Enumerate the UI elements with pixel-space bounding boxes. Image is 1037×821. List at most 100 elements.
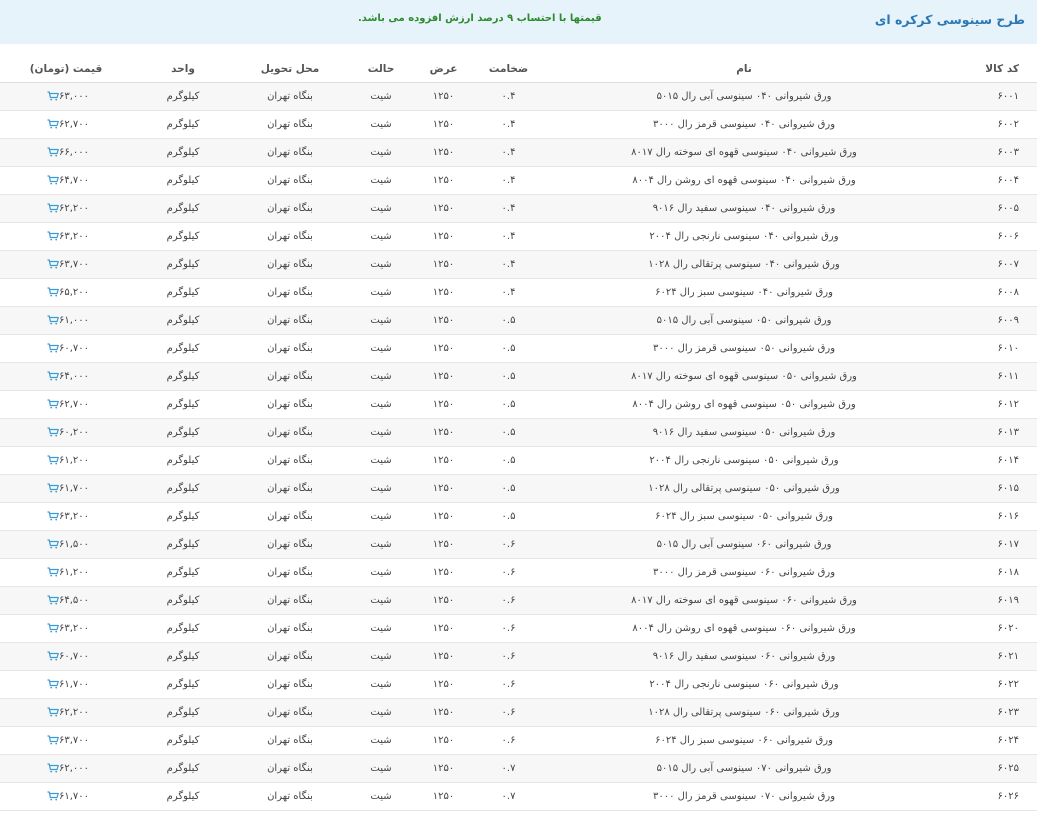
cart-icon[interactable] — [47, 91, 59, 101]
product-code: ۶۰۱۴ — [942, 446, 1037, 475]
product-thickness: ۰.۵ — [471, 474, 546, 503]
product-state: شیت — [346, 278, 416, 307]
product-price: ۶۲,۰۰۰ — [58, 762, 90, 774]
table-body: ۶۰۰۱ ورق شیروانی ۰۴۰ سینوسی آبی رال ۵۰۱۵ ۰… — [0, 82, 1037, 811]
product-price-cell: ۶۲,۷۰۰ — [0, 390, 132, 419]
product-unit: کیلوگرم — [132, 166, 234, 195]
cart-icon[interactable] — [47, 539, 59, 549]
cart-icon[interactable] — [47, 763, 59, 773]
column-header-price: قیمت (تومان) — [0, 56, 132, 83]
product-state: شیت — [346, 530, 416, 559]
product-unit: کیلوگرم — [132, 530, 234, 559]
table-row: ۶۰۰۷ ورق شیروانی ۰۴۰ سینوسی پرتقالی رال ۱… — [0, 250, 1037, 279]
product-price-cell: ۶۰,۷۰۰ — [0, 642, 132, 671]
cart-icon[interactable] — [47, 343, 59, 353]
product-thickness: ۰.۶ — [471, 642, 546, 671]
column-header-unit: واحد — [132, 56, 234, 83]
product-width: ۱۲۵۰ — [416, 390, 471, 419]
cart-icon[interactable] — [47, 651, 59, 661]
cart-icon[interactable] — [47, 231, 59, 241]
product-price: ۶۴,۰۰۰ — [58, 370, 90, 382]
cart-icon[interactable] — [47, 791, 59, 801]
cart-icon[interactable] — [47, 707, 59, 717]
delivery-location: بنگاه تهران — [234, 138, 346, 167]
product-name: ورق شیروانی ۰۵۰ سینوسی قهوه ای سوخته رال… — [546, 362, 942, 391]
column-header-code: کد کالا — [942, 56, 1037, 83]
cart-icon[interactable] — [47, 623, 59, 633]
product-thickness: ۰.۵ — [471, 390, 546, 419]
table-row: ۶۰۲۳ ورق شیروانی ۰۶۰ سینوسی پرتقالی رال ۱… — [0, 698, 1037, 727]
product-price-cell: ۶۲,۲۰۰ — [0, 194, 132, 223]
product-name: ورق شیروانی ۰۵۰ سینوسی قهوه ای روشن رال … — [546, 390, 942, 419]
table-row: ۶۰۰۸ ورق شیروانی ۰۴۰ سینوسی سبز رال ۶۰۲۴ ۰… — [0, 278, 1037, 307]
cart-icon[interactable] — [47, 287, 59, 297]
product-thickness: ۰.۵ — [471, 502, 546, 531]
cart-icon[interactable] — [47, 119, 59, 129]
product-name: ورق شیروانی ۰۴۰ سینوسی قهوه ای روشن رال … — [546, 166, 942, 195]
cart-icon[interactable] — [47, 455, 59, 465]
table-row: ۶۰۱۸ ورق شیروانی ۰۶۰ سینوسی قرمز رال ۳۰۰۰… — [0, 558, 1037, 587]
table-header-row: کد کالا نام ضخامت عرض حالت محل تحویل واح… — [0, 56, 1037, 83]
cart-icon[interactable] — [47, 679, 59, 689]
product-state: شیت — [346, 782, 416, 811]
product-code: ۶۰۲۲ — [942, 670, 1037, 699]
cart-icon[interactable] — [47, 315, 59, 325]
product-name: ورق شیروانی ۰۷۰ سینوسی آبی رال ۵۰۱۵ — [546, 754, 942, 783]
product-code: ۶۰۱۸ — [942, 558, 1037, 587]
product-code: ۶۰۲۳ — [942, 698, 1037, 727]
product-price: ۶۱,۲۰۰ — [58, 566, 90, 578]
cart-icon[interactable] — [47, 203, 59, 213]
page-title: طرح سینوسی کرکره ای — [874, 12, 1025, 27]
product-price-cell: ۶۳,۷۰۰ — [0, 726, 132, 755]
product-price-cell: ۶۱,۷۰۰ — [0, 670, 132, 699]
table-row: ۶۰۰۲ ورق شیروانی ۰۴۰ سینوسی قرمز رال ۳۰۰۰… — [0, 110, 1037, 139]
product-thickness: ۰.۵ — [471, 362, 546, 391]
product-price: ۶۱,۷۰۰ — [58, 790, 90, 802]
product-name: ورق شیروانی ۰۶۰ سینوسی سبز رال ۶۰۲۴ — [546, 726, 942, 755]
product-price: ۶۰,۷۰۰ — [58, 342, 90, 354]
product-code: ۶۰۱۷ — [942, 530, 1037, 559]
product-thickness: ۰.۶ — [471, 726, 546, 755]
table-row: ۶۰۰۹ ورق شیروانی ۰۵۰ سینوسی آبی رال ۵۰۱۵ ۰… — [0, 306, 1037, 335]
table-row: ۶۰۱۵ ورق شیروانی ۰۵۰ سینوسی پرتقالی رال ۱… — [0, 474, 1037, 503]
table-row: ۶۰۱۱ ورق شیروانی ۰۵۰ سینوسی قهوه ای سوخته… — [0, 362, 1037, 391]
product-width: ۱۲۵۰ — [416, 138, 471, 167]
table-row: ۶۰۲۶ ورق شیروانی ۰۷۰ سینوسی قرمز رال ۳۰۰۰… — [0, 782, 1037, 811]
price-table: کد کالا نام ضخامت عرض حالت محل تحویل واح… — [0, 56, 1037, 811]
table-row: ۶۰۰۶ ورق شیروانی ۰۴۰ سینوسی نارنجی رال ۲۰… — [0, 222, 1037, 251]
delivery-location: بنگاه تهران — [234, 670, 346, 699]
product-price-cell: ۶۰,۲۰۰ — [0, 418, 132, 447]
product-price-cell: ۶۳,۷۰۰ — [0, 250, 132, 279]
cart-icon[interactable] — [47, 427, 59, 437]
product-unit: کیلوگرم — [132, 558, 234, 587]
cart-icon[interactable] — [47, 735, 59, 745]
cart-icon[interactable] — [47, 259, 59, 269]
product-width: ۱۲۵۰ — [416, 166, 471, 195]
table-row: ۶۰۲۲ ورق شیروانی ۰۶۰ سینوسی نارنجی رال ۲۰… — [0, 670, 1037, 699]
product-name: ورق شیروانی ۰۴۰ سینوسی آبی رال ۵۰۱۵ — [546, 82, 942, 111]
product-thickness: ۰.۵ — [471, 334, 546, 363]
cart-icon[interactable] — [47, 595, 59, 605]
delivery-location: بنگاه تهران — [234, 782, 346, 811]
product-code: ۶۰۲۶ — [942, 782, 1037, 811]
product-name: ورق شیروانی ۰۴۰ سینوسی قهوه ای سوخته رال… — [546, 138, 942, 167]
cart-icon[interactable] — [47, 567, 59, 577]
product-price-cell: ۶۱,۷۰۰ — [0, 474, 132, 503]
product-code: ۶۰۰۵ — [942, 194, 1037, 223]
cart-icon[interactable] — [47, 147, 59, 157]
cart-icon[interactable] — [47, 399, 59, 409]
delivery-location: بنگاه تهران — [234, 726, 346, 755]
cart-icon[interactable] — [47, 483, 59, 493]
product-state: شیت — [346, 138, 416, 167]
cart-icon[interactable] — [47, 511, 59, 521]
product-name: ورق شیروانی ۰۶۰ سینوسی سفید رال ۹۰۱۶ — [546, 642, 942, 671]
cart-icon[interactable] — [47, 175, 59, 185]
product-unit: کیلوگرم — [132, 698, 234, 727]
product-code: ۶۰۱۹ — [942, 586, 1037, 615]
product-unit: کیلوگرم — [132, 390, 234, 419]
product-price-cell: ۶۳,۲۰۰ — [0, 614, 132, 643]
cart-icon[interactable] — [47, 371, 59, 381]
product-price: ۶۵,۲۰۰ — [58, 286, 90, 298]
product-price-cell: ۶۴,۵۰۰ — [0, 586, 132, 615]
product-name: ورق شیروانی ۰۴۰ سینوسی قرمز رال ۳۰۰۰ — [546, 110, 942, 139]
